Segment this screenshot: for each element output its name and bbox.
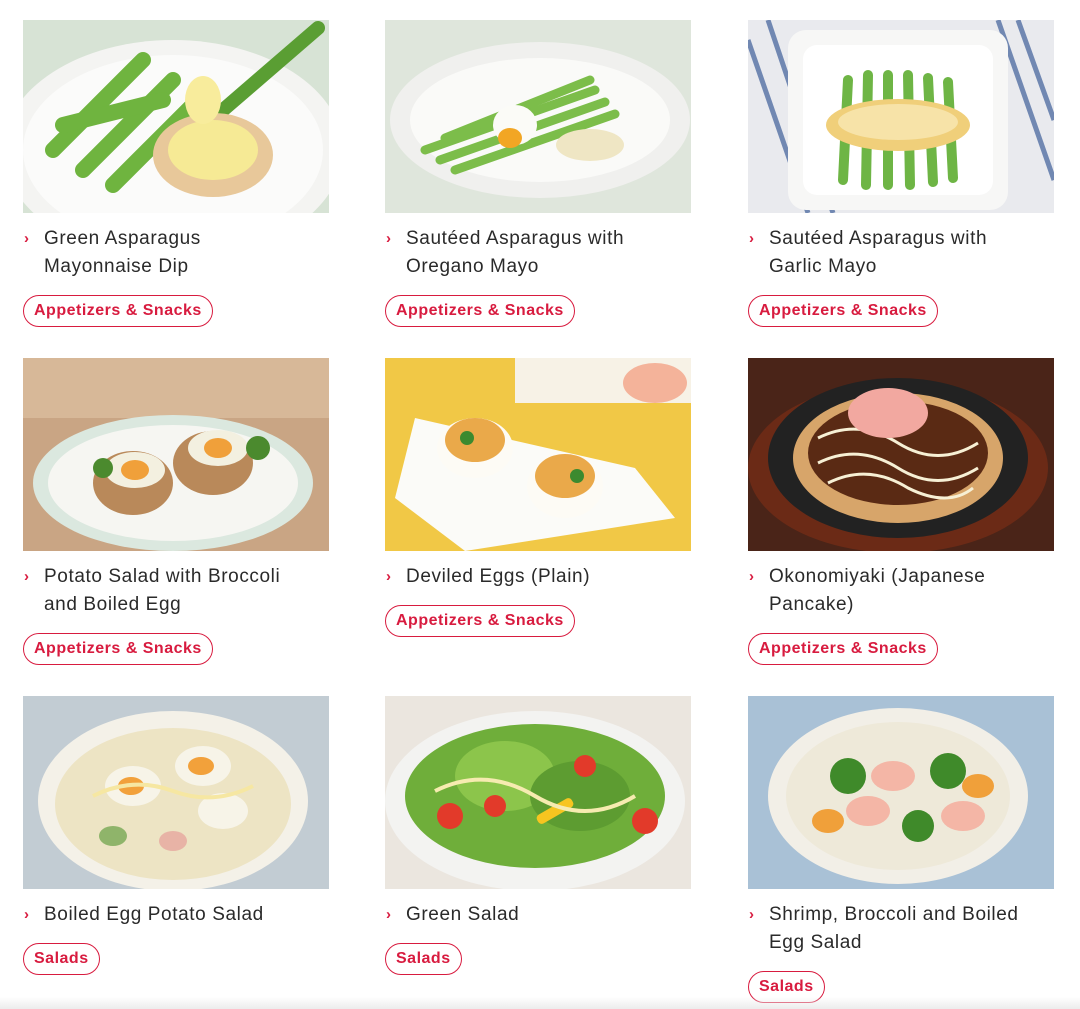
recipe-title-link[interactable]: › Shrimp, Broccoli and Boiled Egg Salad (748, 901, 1054, 957)
recipe-title-link[interactable]: › Deviled Eggs (Plain) (385, 563, 691, 591)
category-tag[interactable]: Appetizers & Snacks (23, 633, 213, 665)
asparagus-garlic-mayo-photo (748, 20, 1054, 213)
recipe-title: Potato Salad with Broccoli and Boiled Eg… (44, 566, 281, 615)
asparagus-mayo-dip-photo (23, 20, 329, 213)
recipe-grid: › Green Asparagus Mayonnaise Dip Appetiz… (0, 0, 1080, 1009)
page-bottom-edge (0, 997, 1080, 1009)
recipe-card: › Potato Salad with Broccoli and Boiled … (23, 358, 329, 665)
category-tag[interactable]: Appetizers & Snacks (748, 633, 938, 665)
recipe-card: › Deviled Eggs (Plain) Appetizers & Snac… (385, 358, 691, 637)
category-tag[interactable]: Appetizers & Snacks (385, 295, 575, 327)
category-tag[interactable]: Salads (385, 943, 462, 975)
recipe-title: Sautéed Asparagus with Garlic Mayo (769, 228, 988, 277)
category-tag[interactable]: Salads (23, 943, 100, 975)
recipe-image[interactable] (23, 358, 329, 551)
recipe-title: Green Salad (406, 904, 520, 925)
recipe-title: Deviled Eggs (Plain) (406, 566, 591, 587)
chevron-right-icon: › (749, 230, 754, 247)
category-tag[interactable]: Appetizers & Snacks (23, 295, 213, 327)
category-tag[interactable]: Appetizers & Snacks (748, 295, 938, 327)
chevron-right-icon: › (24, 906, 29, 923)
recipe-title-link[interactable]: › Boiled Egg Potato Salad (23, 901, 329, 929)
recipe-card: › Okonomiyaki (Japanese Pancake) Appetiz… (748, 358, 1054, 665)
recipe-title: Sautéed Asparagus with Oregano Mayo (406, 228, 625, 277)
recipe-title-link[interactable]: › Okonomiyaki (Japanese Pancake) (748, 563, 1054, 619)
chevron-right-icon: › (386, 230, 391, 247)
recipe-title-link[interactable]: › Green Salad (385, 901, 691, 929)
chevron-right-icon: › (386, 568, 391, 585)
recipe-image[interactable] (23, 696, 329, 889)
shrimp-broccoli-egg-salad-photo (748, 696, 1054, 889)
chevron-right-icon: › (749, 906, 754, 923)
chevron-right-icon: › (24, 568, 29, 585)
recipe-image[interactable] (385, 20, 691, 213)
recipe-image[interactable] (385, 696, 691, 889)
recipe-title: Green Asparagus Mayonnaise Dip (44, 228, 201, 277)
recipe-image[interactable] (748, 696, 1054, 889)
recipe-title: Okonomiyaki (Japanese Pancake) (769, 566, 986, 615)
recipe-card: › Sautéed Asparagus with Garlic Mayo App… (748, 20, 1054, 327)
green-salad-photo (385, 696, 691, 889)
potato-salad-broccoli-egg-photo (23, 358, 329, 551)
recipe-card: › Green Asparagus Mayonnaise Dip Appetiz… (23, 20, 329, 327)
chevron-right-icon: › (749, 568, 754, 585)
recipe-image[interactable] (23, 20, 329, 213)
recipe-title: Boiled Egg Potato Salad (44, 904, 264, 925)
asparagus-oregano-mayo-photo (385, 20, 691, 213)
recipe-image[interactable] (385, 358, 691, 551)
chevron-right-icon: › (386, 906, 391, 923)
deviled-eggs-photo (385, 358, 691, 551)
category-tag[interactable]: Appetizers & Snacks (385, 605, 575, 637)
recipe-title-link[interactable]: › Potato Salad with Broccoli and Boiled … (23, 563, 329, 619)
recipe-card: › Boiled Egg Potato Salad Salads (23, 696, 329, 975)
recipe-title-link[interactable]: › Sautéed Asparagus with Oregano Mayo (385, 225, 691, 281)
recipe-image[interactable] (748, 20, 1054, 213)
egg-potato-salad-photo (23, 696, 329, 889)
okonomiyaki-photo (748, 358, 1054, 551)
chevron-right-icon: › (24, 230, 29, 247)
recipe-title-link[interactable]: › Green Asparagus Mayonnaise Dip (23, 225, 329, 281)
recipe-title: Shrimp, Broccoli and Boiled Egg Salad (769, 904, 1019, 953)
recipe-card: › Shrimp, Broccoli and Boiled Egg Salad … (748, 696, 1054, 1003)
recipe-title-link[interactable]: › Sautéed Asparagus with Garlic Mayo (748, 225, 1054, 281)
recipe-card: › Sautéed Asparagus with Oregano Mayo Ap… (385, 20, 691, 327)
recipe-card: › Green Salad Salads (385, 696, 691, 975)
recipe-image[interactable] (748, 358, 1054, 551)
